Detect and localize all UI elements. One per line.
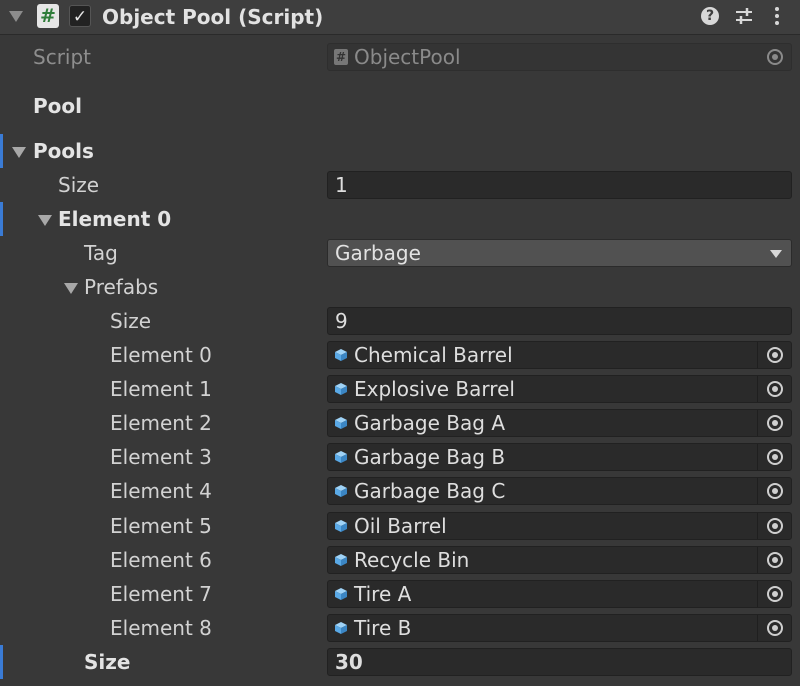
- divider: [757, 444, 758, 471]
- object-picker-icon[interactable]: [767, 517, 783, 534]
- prefab-name: Chemical Barrel: [354, 343, 513, 367]
- prefab-cube-icon: [335, 349, 347, 361]
- prefab-element-label: Element 7: [110, 581, 212, 606]
- object-picker-icon[interactable]: [767, 483, 783, 500]
- prefab-name: Garbage Bag A: [354, 411, 505, 436]
- prefab-name: Recycle Bin: [354, 547, 470, 572]
- prefab-cube-icon: [335, 383, 347, 396]
- pool-size-label: Size: [84, 650, 131, 674]
- tag-label: Tag: [84, 241, 118, 265]
- prefabs-size-label: Size: [110, 309, 152, 333]
- prefab-object-field[interactable]: Tire B: [327, 613, 792, 642]
- modified-indicator: [0, 645, 3, 679]
- prefab-element-label: Element 6: [110, 547, 212, 572]
- prefab-element-label: Element 3: [110, 445, 212, 470]
- divider: [757, 376, 758, 403]
- prefab-element-label: Element 8: [110, 615, 212, 640]
- prefab-element-label: Element 0: [110, 343, 212, 367]
- divider: [757, 580, 758, 607]
- object-picker-icon[interactable]: [767, 449, 783, 466]
- prefab-cube-icon: [335, 587, 347, 600]
- chevron-down-icon: [770, 250, 782, 258]
- prefab-cube-icon: [335, 553, 347, 566]
- component-title: Object Pool (Script): [102, 5, 324, 29]
- divider: [757, 410, 758, 437]
- preset-sliders-icon[interactable]: [734, 6, 754, 26]
- prefab-element-label: Element 4: [110, 479, 212, 504]
- divider: [757, 546, 758, 573]
- prefab-name: Explosive Barrel: [354, 377, 515, 402]
- prefab-element-label: Element 1: [110, 377, 212, 402]
- prefab-name: Tire A: [354, 581, 412, 606]
- prefab-element-label: Element 5: [110, 513, 212, 538]
- object-picker-icon[interactable]: [767, 381, 783, 398]
- prefab-cube-icon: [335, 485, 347, 498]
- section-title: Pool: [33, 94, 82, 118]
- modified-indicator: [0, 202, 3, 236]
- divider: [757, 342, 758, 368]
- prefab-element-label: Element 2: [110, 411, 212, 436]
- foldout-arrow-icon[interactable]: [38, 215, 52, 226]
- script-hash-icon: #: [334, 49, 348, 65]
- prefab-cube-icon: [335, 451, 347, 464]
- prefab-name: Garbage Bag B: [354, 445, 506, 470]
- help-icon[interactable]: ?: [701, 7, 719, 25]
- prefab-name: Tire B: [354, 615, 412, 640]
- object-picker-icon: [767, 49, 783, 65]
- component-header: # ✓ Object Pool (Script) ?: [0, 0, 800, 35]
- script-hash-icon: #: [37, 4, 59, 28]
- prefab-name: Oil Barrel: [354, 513, 447, 538]
- divider: [757, 478, 758, 505]
- prefab-object-field[interactable]: Chemical Barrel: [327, 341, 792, 369]
- tag-value: Garbage: [335, 241, 421, 265]
- script-object-field: # ObjectPool: [327, 43, 792, 71]
- prefab-cube-icon: [335, 621, 347, 634]
- object-picker-icon[interactable]: [767, 347, 783, 363]
- prefab-object-field[interactable]: Garbage Bag A: [327, 409, 792, 438]
- prefab-object-field[interactable]: Explosive Barrel: [327, 375, 792, 404]
- pool-size-input[interactable]: 30: [327, 648, 792, 676]
- pools-foldout-label[interactable]: Pools: [33, 137, 94, 165]
- object-picker-icon[interactable]: [767, 415, 783, 432]
- prefab-name: Garbage Bag C: [354, 479, 506, 504]
- modified-indicator: [0, 134, 3, 168]
- script-value: ObjectPool: [354, 45, 461, 69]
- kebab-menu-icon[interactable]: [770, 5, 784, 27]
- prefabs-foldout-label[interactable]: Prefabs: [84, 273, 158, 301]
- pools-size-label: Size: [58, 173, 100, 197]
- prefab-object-field[interactable]: Tire A: [327, 579, 792, 608]
- prefab-cube-icon: [335, 417, 347, 430]
- object-picker-icon[interactable]: [767, 585, 783, 602]
- prefabs-size-input[interactable]: 9: [327, 307, 792, 335]
- prefab-object-field[interactable]: Garbage Bag B: [327, 443, 792, 472]
- divider: [757, 512, 758, 539]
- object-picker-icon[interactable]: [767, 619, 783, 636]
- enabled-checkbox[interactable]: ✓: [69, 5, 91, 27]
- prefab-object-field[interactable]: Recycle Bin: [327, 545, 792, 574]
- tag-dropdown[interactable]: Garbage: [327, 239, 792, 267]
- object-picker-icon[interactable]: [767, 551, 783, 568]
- foldout-arrow-icon[interactable]: [12, 147, 26, 158]
- script-label: Script: [33, 45, 92, 69]
- prefab-object-field[interactable]: Oil Barrel: [327, 511, 792, 540]
- foldout-arrow-icon[interactable]: [9, 11, 23, 22]
- prefab-cube-icon: [335, 519, 347, 532]
- prefab-object-field[interactable]: Garbage Bag C: [327, 477, 792, 506]
- pools-size-input[interactable]: 1: [327, 171, 792, 199]
- divider: [757, 614, 758, 641]
- foldout-arrow-icon[interactable]: [64, 283, 78, 294]
- element-0-foldout-label[interactable]: Element 0: [58, 205, 171, 233]
